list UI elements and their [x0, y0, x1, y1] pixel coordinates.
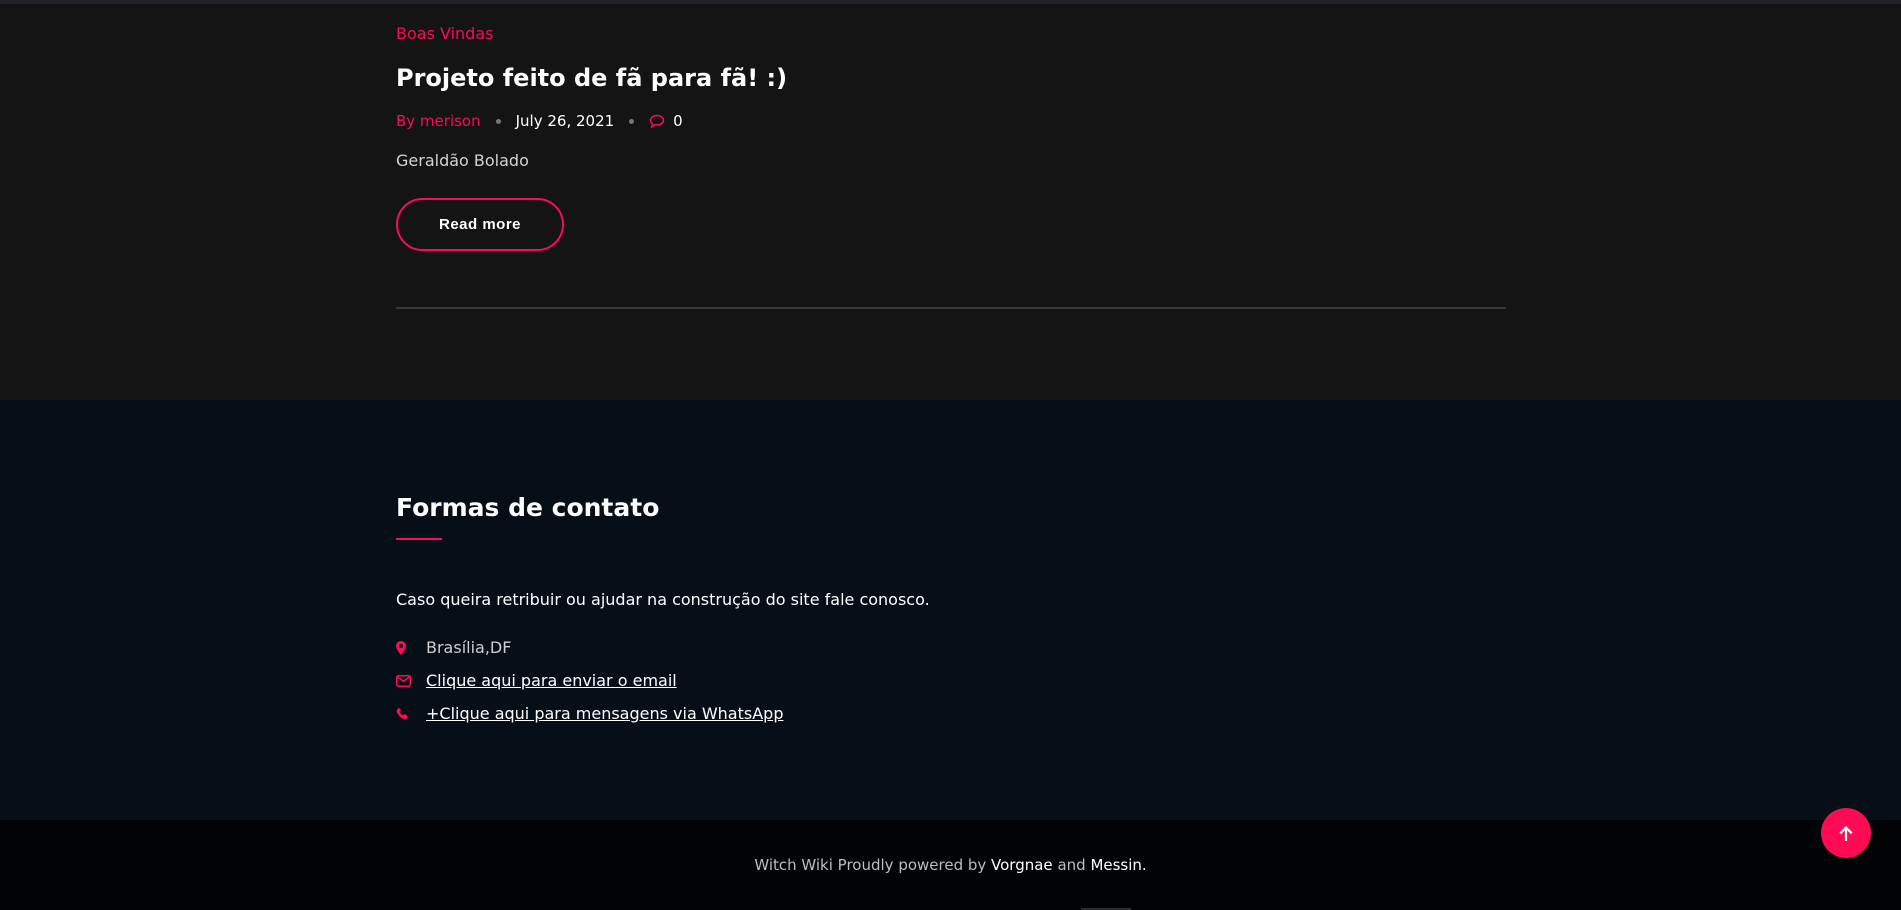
footer-credits: Witch Wiki Proudly powered by Vorgnae an… — [754, 856, 1146, 874]
contact-item-email[interactable]: Clique aqui para enviar o email — [396, 664, 1196, 697]
whatsapp-link[interactable]: +Clique aqui para mensagens via WhatsApp — [426, 704, 783, 723]
meta-separator-dot — [629, 118, 635, 124]
contact-widget: Formas de contato Caso queira retribuir … — [396, 492, 1196, 730]
meta-separator-dot — [495, 118, 501, 124]
contact-item-location: Brasília,DF — [396, 631, 1196, 664]
footer-prefix: Witch Wiki Proudly powered by — [754, 856, 992, 874]
site-footer: Witch Wiki Proudly powered by Vorgnae an… — [0, 820, 1901, 910]
post-divider — [396, 307, 1506, 309]
contact-list: Brasília,DF Clique aqui para enviar o em… — [396, 631, 1196, 730]
title-underline — [396, 538, 442, 540]
footer-link-messin[interactable]: Messin. — [1090, 856, 1146, 874]
post-section: Boas Vindas Projeto feito de fã para fã!… — [0, 4, 1901, 400]
post-title[interactable]: Projeto feito de fã para fã! :) — [396, 63, 1506, 93]
post-excerpt: Geraldão Bolado — [396, 151, 529, 170]
post-date[interactable]: July 26, 2021 — [516, 112, 615, 130]
email-link[interactable]: Clique aqui para enviar o email — [426, 671, 677, 690]
post-comment-count[interactable]: 0 — [673, 112, 683, 130]
arrow-up-icon — [1838, 825, 1854, 842]
contact-section: Formas de contato Caso queira retribuir … — [0, 400, 1901, 820]
map-marker-icon — [396, 640, 426, 655]
post-category-link[interactable]: Boas Vindas — [396, 24, 1506, 43]
post-meta: By merison July 26, 2021 0 — [396, 111, 1506, 131]
scroll-to-top-button[interactable] — [1821, 808, 1871, 858]
phone-icon — [396, 707, 426, 720]
contact-item-whatsapp[interactable]: +Clique aqui para mensagens via WhatsApp — [396, 697, 1196, 730]
read-more-button[interactable]: Read more — [396, 198, 564, 251]
footer-link-vorgnae[interactable]: Vorgnae — [991, 856, 1053, 874]
comment-icon — [649, 114, 665, 128]
contact-description: Caso queira retribuir ou ajudar na const… — [396, 590, 930, 609]
contact-title: Formas de contato — [396, 493, 660, 522]
blog-post: Boas Vindas Projeto feito de fã para fã!… — [396, 24, 1506, 309]
contact-location: Brasília,DF — [426, 638, 512, 657]
envelope-icon — [396, 674, 426, 687]
footer-and: and — [1052, 856, 1091, 874]
post-author-link[interactable]: By merison — [396, 112, 481, 130]
